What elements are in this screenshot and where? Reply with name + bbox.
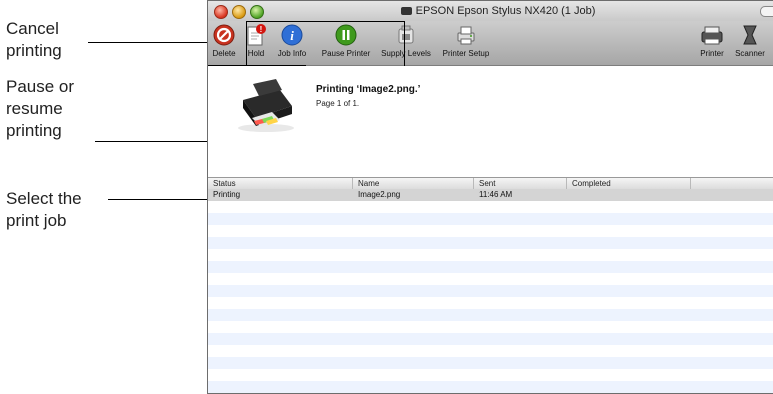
empty-row: [208, 261, 773, 273]
minimize-window-button[interactable]: [232, 5, 246, 19]
callout-text: Pause or: [6, 77, 75, 96]
scanner-icon: [738, 23, 762, 47]
printer-tab-button[interactable]: Printer: [696, 23, 728, 58]
empty-row: [208, 237, 773, 249]
printer-setup-label: Printer Setup: [442, 49, 490, 58]
callout-text: printing: [6, 121, 62, 140]
job-controls-highlight: [246, 21, 405, 67]
close-window-button[interactable]: [214, 5, 228, 19]
window-title: EPSON Epson Stylus NX420 (1 Job): [415, 5, 596, 17]
empty-row: [208, 285, 773, 297]
job-info-panel: Printing ‘Image2.png.’ Page 1 of 1.: [208, 66, 773, 174]
column-completed[interactable]: Completed: [567, 178, 691, 189]
print-queue-window: EPSON Epson Stylus NX420 (1 Job) Delete …: [207, 0, 773, 394]
callout-text: resume: [6, 99, 63, 118]
job-list: Printing Image2.png 11:46 AM: [208, 189, 773, 393]
callout-select-print-job: Select the print job: [6, 188, 82, 232]
job-page-count: Page 1 of 1.: [316, 99, 360, 108]
printer-setup-button[interactable]: Printer Setup: [438, 23, 494, 58]
row-status: Printing: [213, 190, 241, 199]
scanner-tab-label: Scanner: [735, 49, 765, 58]
zoom-window-button[interactable]: [250, 5, 264, 19]
printer-icon: [700, 23, 724, 47]
toolbar-toggle-button[interactable]: [760, 6, 773, 17]
delete-button[interactable]: Delete: [210, 23, 238, 58]
title-bar: EPSON Epson Stylus NX420 (1 Job): [208, 1, 773, 21]
empty-row: [208, 357, 773, 369]
callout-text: Select the: [6, 189, 82, 208]
printer-tab-label: Printer: [700, 49, 724, 58]
delete-icon: [212, 23, 236, 47]
printer-title-icon: [400, 7, 412, 15]
leader-line: [108, 199, 210, 200]
callout-text: Cancel: [6, 19, 59, 38]
callout-text: printing: [6, 41, 62, 60]
delete-label: Delete: [212, 49, 236, 58]
column-name[interactable]: Name: [353, 178, 474, 189]
empty-row: [208, 381, 773, 393]
callout-cancel-printing: Cancel printing: [6, 18, 62, 62]
printer-image: [228, 76, 303, 136]
scanner-tab-button[interactable]: Scanner: [730, 23, 770, 58]
column-status[interactable]: Status: [208, 178, 353, 189]
row-sent: 11:46 AM: [479, 190, 513, 199]
column-sent[interactable]: Sent: [474, 178, 567, 189]
leader-line: [88, 42, 210, 43]
empty-row: [208, 309, 773, 321]
job-status-title: Printing ‘Image2.png.’: [316, 84, 421, 95]
empty-row: [208, 213, 773, 225]
empty-row: [208, 333, 773, 345]
table-row[interactable]: Printing Image2.png 11:46 AM: [208, 189, 773, 201]
row-name: Image2.png: [358, 190, 401, 199]
printer-setup-icon: [454, 23, 478, 47]
callout-pause-printing: Pause or resume printing: [6, 76, 74, 142]
callout-text: print job: [6, 211, 67, 230]
